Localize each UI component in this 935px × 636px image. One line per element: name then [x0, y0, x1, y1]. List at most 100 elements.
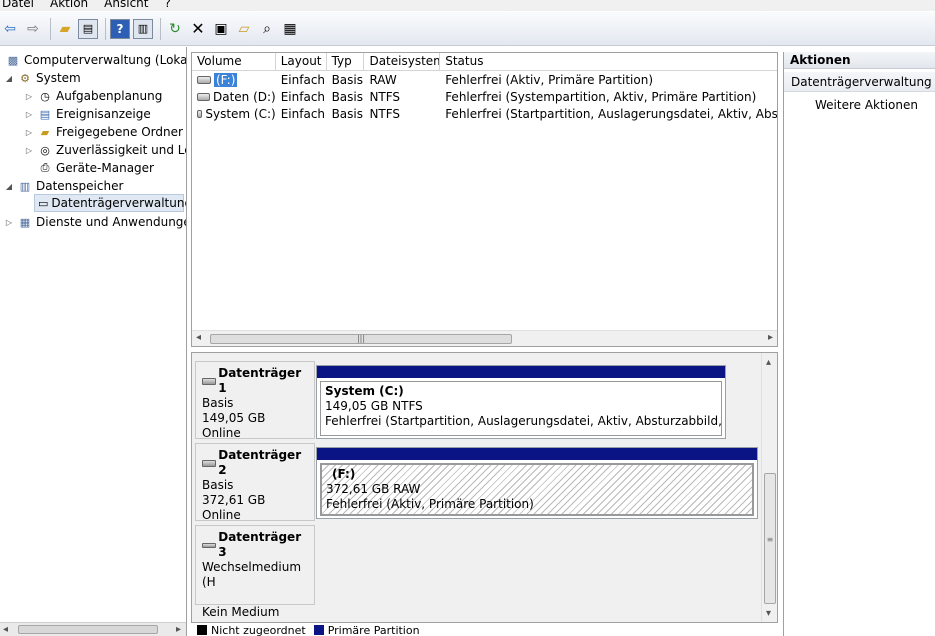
- tree-item-datenspeicher[interactable]: ◢ ▥ Datenspeicher: [4, 177, 123, 195]
- up-folder-icon[interactable]: ▰: [55, 19, 75, 39]
- tree-item-geraete-manager[interactable]: ⎙ Geräte-Manager: [34, 159, 154, 177]
- disk-size: 149,05 GB: [202, 411, 266, 425]
- console-tree: ▩ Computerverwaltung (Lokal) ◢ ⚙ System …: [0, 47, 187, 636]
- event-viewer-icon: ▤: [39, 107, 51, 121]
- tree-item-label: Ereignisanzeige: [56, 107, 151, 121]
- disk-kind: Wechselmedium (H: [202, 560, 302, 589]
- system-tools-icon: ⚙: [20, 71, 30, 85]
- tree-item-freigegebene-ordner[interactable]: ▷ ▰ Freigegebene Ordner: [24, 123, 183, 141]
- disk-size: [202, 590, 308, 605]
- forward-arrow-icon[interactable]: ⇨: [23, 19, 43, 39]
- clock-icon: ◷: [40, 89, 50, 103]
- partition-c[interactable]: System (C:) 149,05 GB NTFS Fehlerfrei (S…: [316, 365, 726, 439]
- legend-unallocated: Nicht zugeordnet: [211, 623, 306, 636]
- primary-partition-swatch: [313, 625, 324, 635]
- volume-list-horizontal-scrollbar[interactable]: ◂ ||| ▸: [192, 330, 777, 346]
- drive-icon: [197, 109, 203, 118]
- partition-f[interactable]: (F:) 372,61 GB RAW Fehlerfrei (Aktiv, Pr…: [316, 447, 758, 519]
- table-row[interactable]: (F:) Einfach Basis RAW Fehlerfrei (Aktiv…: [192, 71, 777, 88]
- tree-item-system[interactable]: ◢ ⚙ System: [4, 69, 81, 87]
- delete-icon[interactable]: ✕: [188, 19, 208, 39]
- scroll-right-icon[interactable]: ▸: [768, 332, 773, 343]
- tree-item-label: Zuverlässigkeit und Leis: [56, 143, 187, 157]
- menu-datei[interactable]: Datei: [2, 0, 34, 10]
- disk-2-label[interactable]: Datenträger 2 Basis 372,61 GB Online: [195, 443, 315, 522]
- unallocated-swatch: [197, 625, 207, 635]
- disk-3-label[interactable]: Datenträger 3 Wechselmedium (H Kein Medi…: [195, 525, 315, 619]
- table-row[interactable]: System (C:) Einfach Basis NTFS Fehlerfre…: [192, 105, 777, 122]
- tree-horizontal-scrollbar[interactable]: ◂ ▸: [0, 622, 186, 636]
- refresh-icon[interactable]: ↻: [165, 19, 185, 39]
- scroll-down-icon[interactable]: ▾: [766, 608, 771, 619]
- filesystem-cell: NTFS: [369, 89, 401, 104]
- menu-ansicht[interactable]: Ansicht: [104, 0, 148, 10]
- filesystem-cell: NTFS: [369, 106, 401, 121]
- status-cell: Fehlerfrei (Systempartition, Aktiv, Prim…: [445, 89, 757, 104]
- tree-item-label: Computerverwaltung (Lokal): [24, 53, 187, 67]
- help-icon[interactable]: ?: [110, 18, 130, 39]
- tree-item-ereignisanzeige[interactable]: ▷ ▤ Ereignisanzeige: [24, 105, 151, 123]
- drive-icon: [197, 75, 211, 84]
- actions-section-datentraegerverwaltung[interactable]: Datenträgerverwaltung: [784, 72, 935, 92]
- disk-graphical-view: Datenträger 1 Basis 149,05 GB Online Sys…: [191, 352, 778, 623]
- properties-icon[interactable]: ▣: [211, 19, 231, 39]
- partition-size-fs: 372,61 GB RAW: [326, 482, 421, 496]
- volume-cell: (F:): [192, 72, 276, 87]
- menu-help[interactable]: ?: [164, 0, 170, 10]
- disk-title-row: Datenträger 3: [202, 530, 308, 560]
- device-manager-icon: ⎙: [40, 161, 50, 174]
- column-header-status[interactable]: Status: [440, 53, 777, 70]
- collapse-triangle-icon[interactable]: ▷: [24, 128, 34, 137]
- disk-state: Kein Medium: [202, 605, 280, 619]
- column-header-layout[interactable]: Layout: [276, 53, 327, 70]
- scroll-left-icon[interactable]: ◂: [196, 332, 201, 343]
- tree-item-label: Freigegebene Ordner: [56, 125, 183, 139]
- collapse-triangle-icon[interactable]: ▷: [24, 92, 34, 101]
- hard-disk-icon: [202, 377, 217, 385]
- expand-triangle-icon[interactable]: ◢: [4, 182, 14, 191]
- scroll-right-icon[interactable]: ▸: [176, 624, 181, 635]
- tree-item-zuverlaessigkeit[interactable]: ▷ ◎ Zuverlässigkeit und Leis: [24, 141, 187, 159]
- toolbar-separator: [160, 17, 161, 40]
- open-folder-icon[interactable]: ▱: [234, 19, 254, 39]
- column-header-dateisystem[interactable]: Dateisystem: [364, 53, 441, 70]
- expand-triangle-icon[interactable]: ◢: [4, 74, 14, 83]
- disk-1-label[interactable]: Datenträger 1 Basis 149,05 GB Online: [195, 361, 315, 440]
- back-arrow-icon[interactable]: ⇦: [0, 19, 20, 39]
- primary-partition-bar: [317, 448, 757, 460]
- toolbar-separator: [105, 17, 106, 40]
- volume-cell: Daten (D:): [192, 90, 276, 104]
- partition-name: System (C:): [325, 384, 404, 398]
- table-row[interactable]: Daten (D:) Einfach Basis NTFS Fehlerfrei…: [192, 88, 777, 105]
- partition-status: Fehlerfrei (Aktiv, Primäre Partition): [326, 497, 534, 511]
- tree-item-datentraegerverwaltung[interactable]: ▭ Datenträgerverwaltung: [34, 194, 186, 212]
- scrollbar-thumb[interactable]: ≡: [764, 473, 776, 604]
- weitere-aktionen-link[interactable]: Weitere Aktionen: [784, 98, 935, 112]
- status-cell: Fehlerfrei (Startpartition, Auslagerungs…: [445, 106, 777, 121]
- scroll-left-icon[interactable]: ◂: [3, 624, 8, 635]
- tree-item-root[interactable]: ▩ Computerverwaltung (Lokal): [2, 51, 187, 69]
- column-header-volume[interactable]: Volume: [192, 53, 276, 70]
- tree-item-dienste[interactable]: ▷ ▦ Dienste und Anwendungen: [4, 213, 186, 231]
- disk-title: Datenträger 3: [218, 530, 302, 559]
- actions-header: Aktionen: [784, 52, 935, 69]
- layout-cell: Einfach: [280, 72, 326, 87]
- menu-aktion[interactable]: Aktion: [50, 0, 88, 10]
- column-header-typ[interactable]: Typ: [327, 53, 365, 70]
- show-hide-tree-icon[interactable]: ▤: [78, 18, 98, 39]
- disk-title-row: Datenträger 1: [202, 366, 308, 396]
- typ-cell: Basis: [331, 89, 363, 104]
- show-hide-action-pane-icon[interactable]: ▥: [133, 18, 153, 39]
- export-list-icon[interactable]: ▦: [280, 19, 300, 39]
- scroll-up-icon[interactable]: ▴: [766, 357, 771, 368]
- search-icon[interactable]: ⌕: [257, 19, 277, 39]
- tree-item-aufgabenplanung[interactable]: ▷ ◷ Aufgabenplanung: [24, 87, 162, 105]
- scrollbar-thumb[interactable]: [18, 625, 158, 634]
- disk-kind: Basis: [202, 478, 234, 492]
- legend: Nicht zugeordnet Primäre Partition: [191, 624, 778, 636]
- collapse-triangle-icon[interactable]: ▷: [24, 146, 34, 155]
- disk-view-vertical-scrollbar[interactable]: ▴ ≡ ▾: [761, 353, 777, 622]
- collapse-triangle-icon[interactable]: ▷: [24, 110, 34, 119]
- collapse-triangle-icon[interactable]: ▷: [4, 218, 14, 227]
- scrollbar-thumb[interactable]: |||: [210, 334, 512, 344]
